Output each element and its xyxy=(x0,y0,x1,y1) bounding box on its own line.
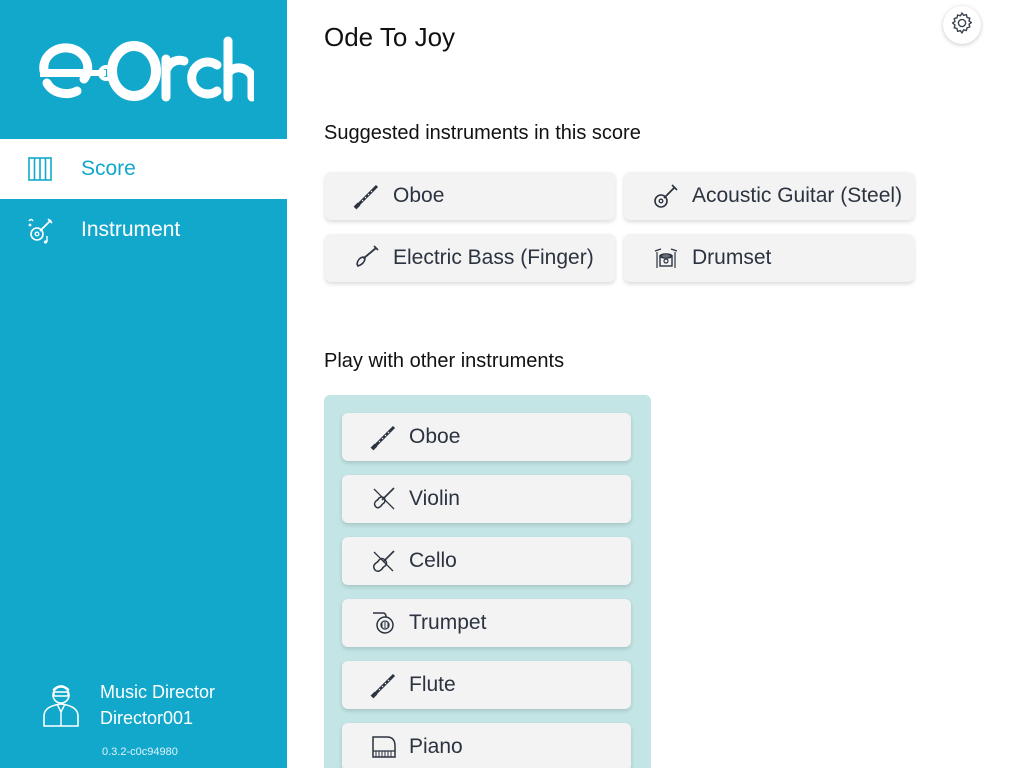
instrument-label: Violin xyxy=(409,487,460,510)
user-name: Director001 xyxy=(100,708,194,728)
e-orch-logo-icon xyxy=(38,36,254,102)
score-icon xyxy=(26,155,54,183)
other-instruments-list[interactable]: Oboe Violin Cello Trumpet Flute Piano xyxy=(324,395,651,768)
acoustic-guitar-icon xyxy=(652,182,680,210)
app-version: 0.3.2-c0c94980 xyxy=(102,746,178,758)
nav-item-score[interactable]: Score xyxy=(0,139,287,199)
instrument-label: Flute xyxy=(409,673,456,696)
suggested-item-oboe[interactable]: Oboe xyxy=(325,172,615,220)
instrument-label: Piano xyxy=(409,735,463,758)
suggested-item-drumset[interactable]: Drumset xyxy=(624,234,914,282)
user-role: Music Director xyxy=(100,682,216,702)
suggested-item-electric-bass[interactable]: Electric Bass (Finger) xyxy=(325,234,615,282)
gear-icon xyxy=(950,11,974,40)
instrument-label: Oboe xyxy=(393,184,445,207)
instrument-label: Drumset xyxy=(692,246,772,269)
settings-button[interactable] xyxy=(943,6,981,44)
instrument-label: Oboe xyxy=(409,425,461,448)
other-instruments-heading: Play with other instruments xyxy=(324,350,565,372)
conductor-avatar-icon xyxy=(40,682,82,728)
instrument-label: Electric Bass (Finger) xyxy=(393,246,594,269)
sidebar: Score Instrument Music Director Director… xyxy=(0,0,287,768)
trumpet-icon xyxy=(370,609,398,637)
other-item-piano[interactable]: Piano xyxy=(342,723,631,768)
oboe-icon xyxy=(353,182,381,210)
nav-item-instrument[interactable]: Instrument xyxy=(0,200,287,260)
instrument-label: Acoustic Guitar (Steel) xyxy=(692,184,903,207)
other-item-cello[interactable]: Cello xyxy=(342,537,631,585)
electric-bass-icon xyxy=(353,244,381,272)
other-item-trumpet[interactable]: Trumpet xyxy=(342,599,631,647)
instrument-icon xyxy=(26,216,54,244)
user-profile: Music Director Director001 xyxy=(40,680,280,740)
flute-icon xyxy=(370,671,398,699)
other-item-oboe[interactable]: Oboe xyxy=(342,413,631,461)
nav-label-instrument: Instrument xyxy=(81,218,181,241)
instrument-label: Cello xyxy=(409,549,457,572)
piano-icon xyxy=(370,733,398,761)
page-title: Ode To Joy xyxy=(324,22,456,52)
other-item-violin[interactable]: Violin xyxy=(342,475,631,523)
app-logo xyxy=(0,0,287,138)
violin-icon xyxy=(370,485,398,513)
nav-label-score: Score xyxy=(81,157,136,180)
suggested-item-acoustic-guitar[interactable]: Acoustic Guitar (Steel) xyxy=(624,172,914,220)
oboe-icon xyxy=(370,423,398,451)
suggested-heading: Suggested instruments in this score xyxy=(324,122,641,144)
instrument-label: Trumpet xyxy=(409,611,487,634)
drumset-icon xyxy=(652,244,680,272)
other-item-flute[interactable]: Flute xyxy=(342,661,631,709)
cello-icon xyxy=(370,547,398,575)
